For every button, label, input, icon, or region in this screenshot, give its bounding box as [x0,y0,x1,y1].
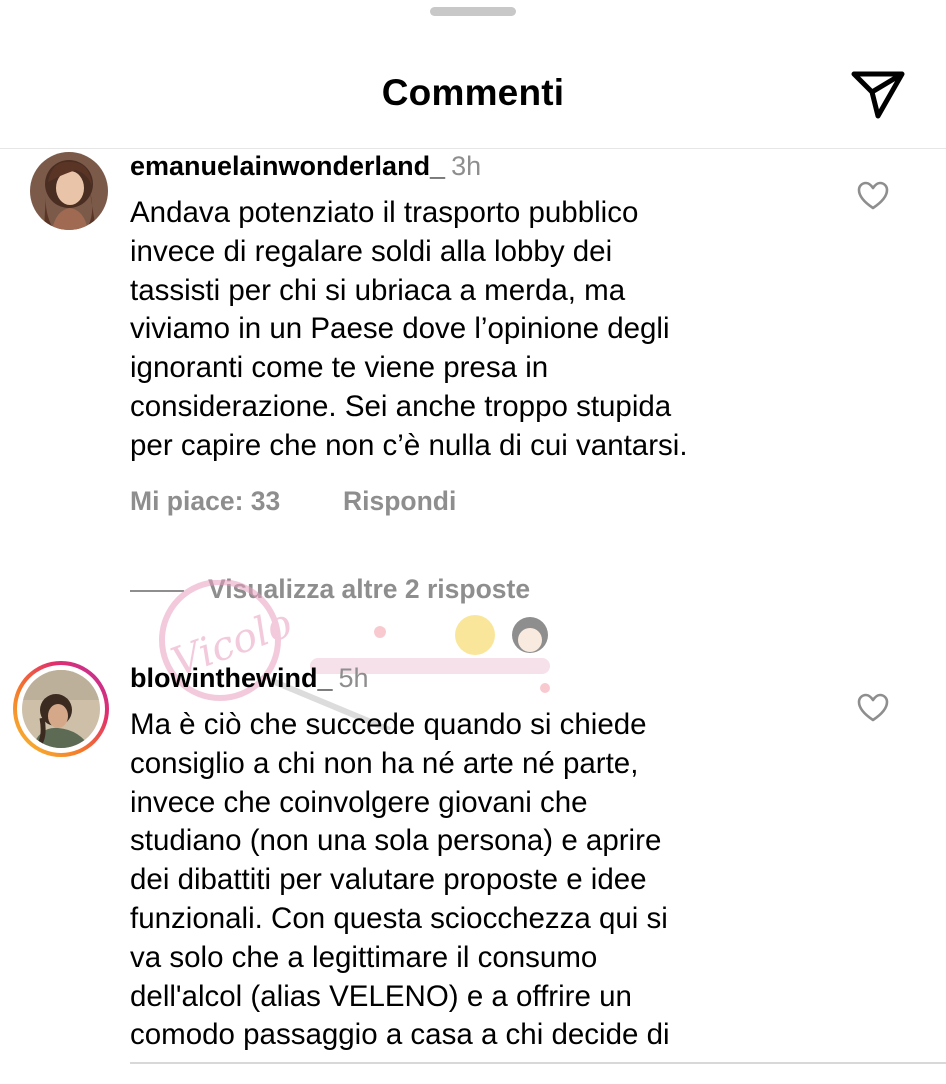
share-button[interactable] [848,66,908,122]
user-avatar-image [30,152,108,230]
divider [130,1062,946,1064]
like-button[interactable] [857,693,889,723]
paper-plane-icon [851,71,905,119]
view-more-replies-button[interactable]: Visualizza altre 2 risposte [130,574,730,608]
like-button[interactable] [857,181,889,211]
avatar-with-story-ring[interactable] [13,661,109,757]
comments-header: Commenti [0,0,946,149]
heart-icon [857,181,889,210]
replies-divider-line [130,590,184,592]
likes-count[interactable]: Mi piace: 33 [130,486,280,517]
avatar[interactable] [30,152,108,230]
user-avatar-image [22,670,100,748]
comment-time: 3h [451,151,482,181]
view-more-replies-label: Visualizza altre 2 risposte [208,574,531,604]
comment-username[interactable]: blowinthewind_ [130,663,333,693]
comment-text: Andava potenziato il trasporto pubblico … [130,196,688,462]
page-title: Commenti [381,72,565,113]
comment-text: Ma è ciò che succede quando si chiede co… [130,708,670,1052]
reply-button[interactable]: Rispondi [343,486,456,517]
comment-username[interactable]: emanuelainwonderland_ [130,151,445,181]
story-ring [13,661,109,757]
heart-icon [857,693,889,722]
comment-time: 5h [338,663,369,693]
